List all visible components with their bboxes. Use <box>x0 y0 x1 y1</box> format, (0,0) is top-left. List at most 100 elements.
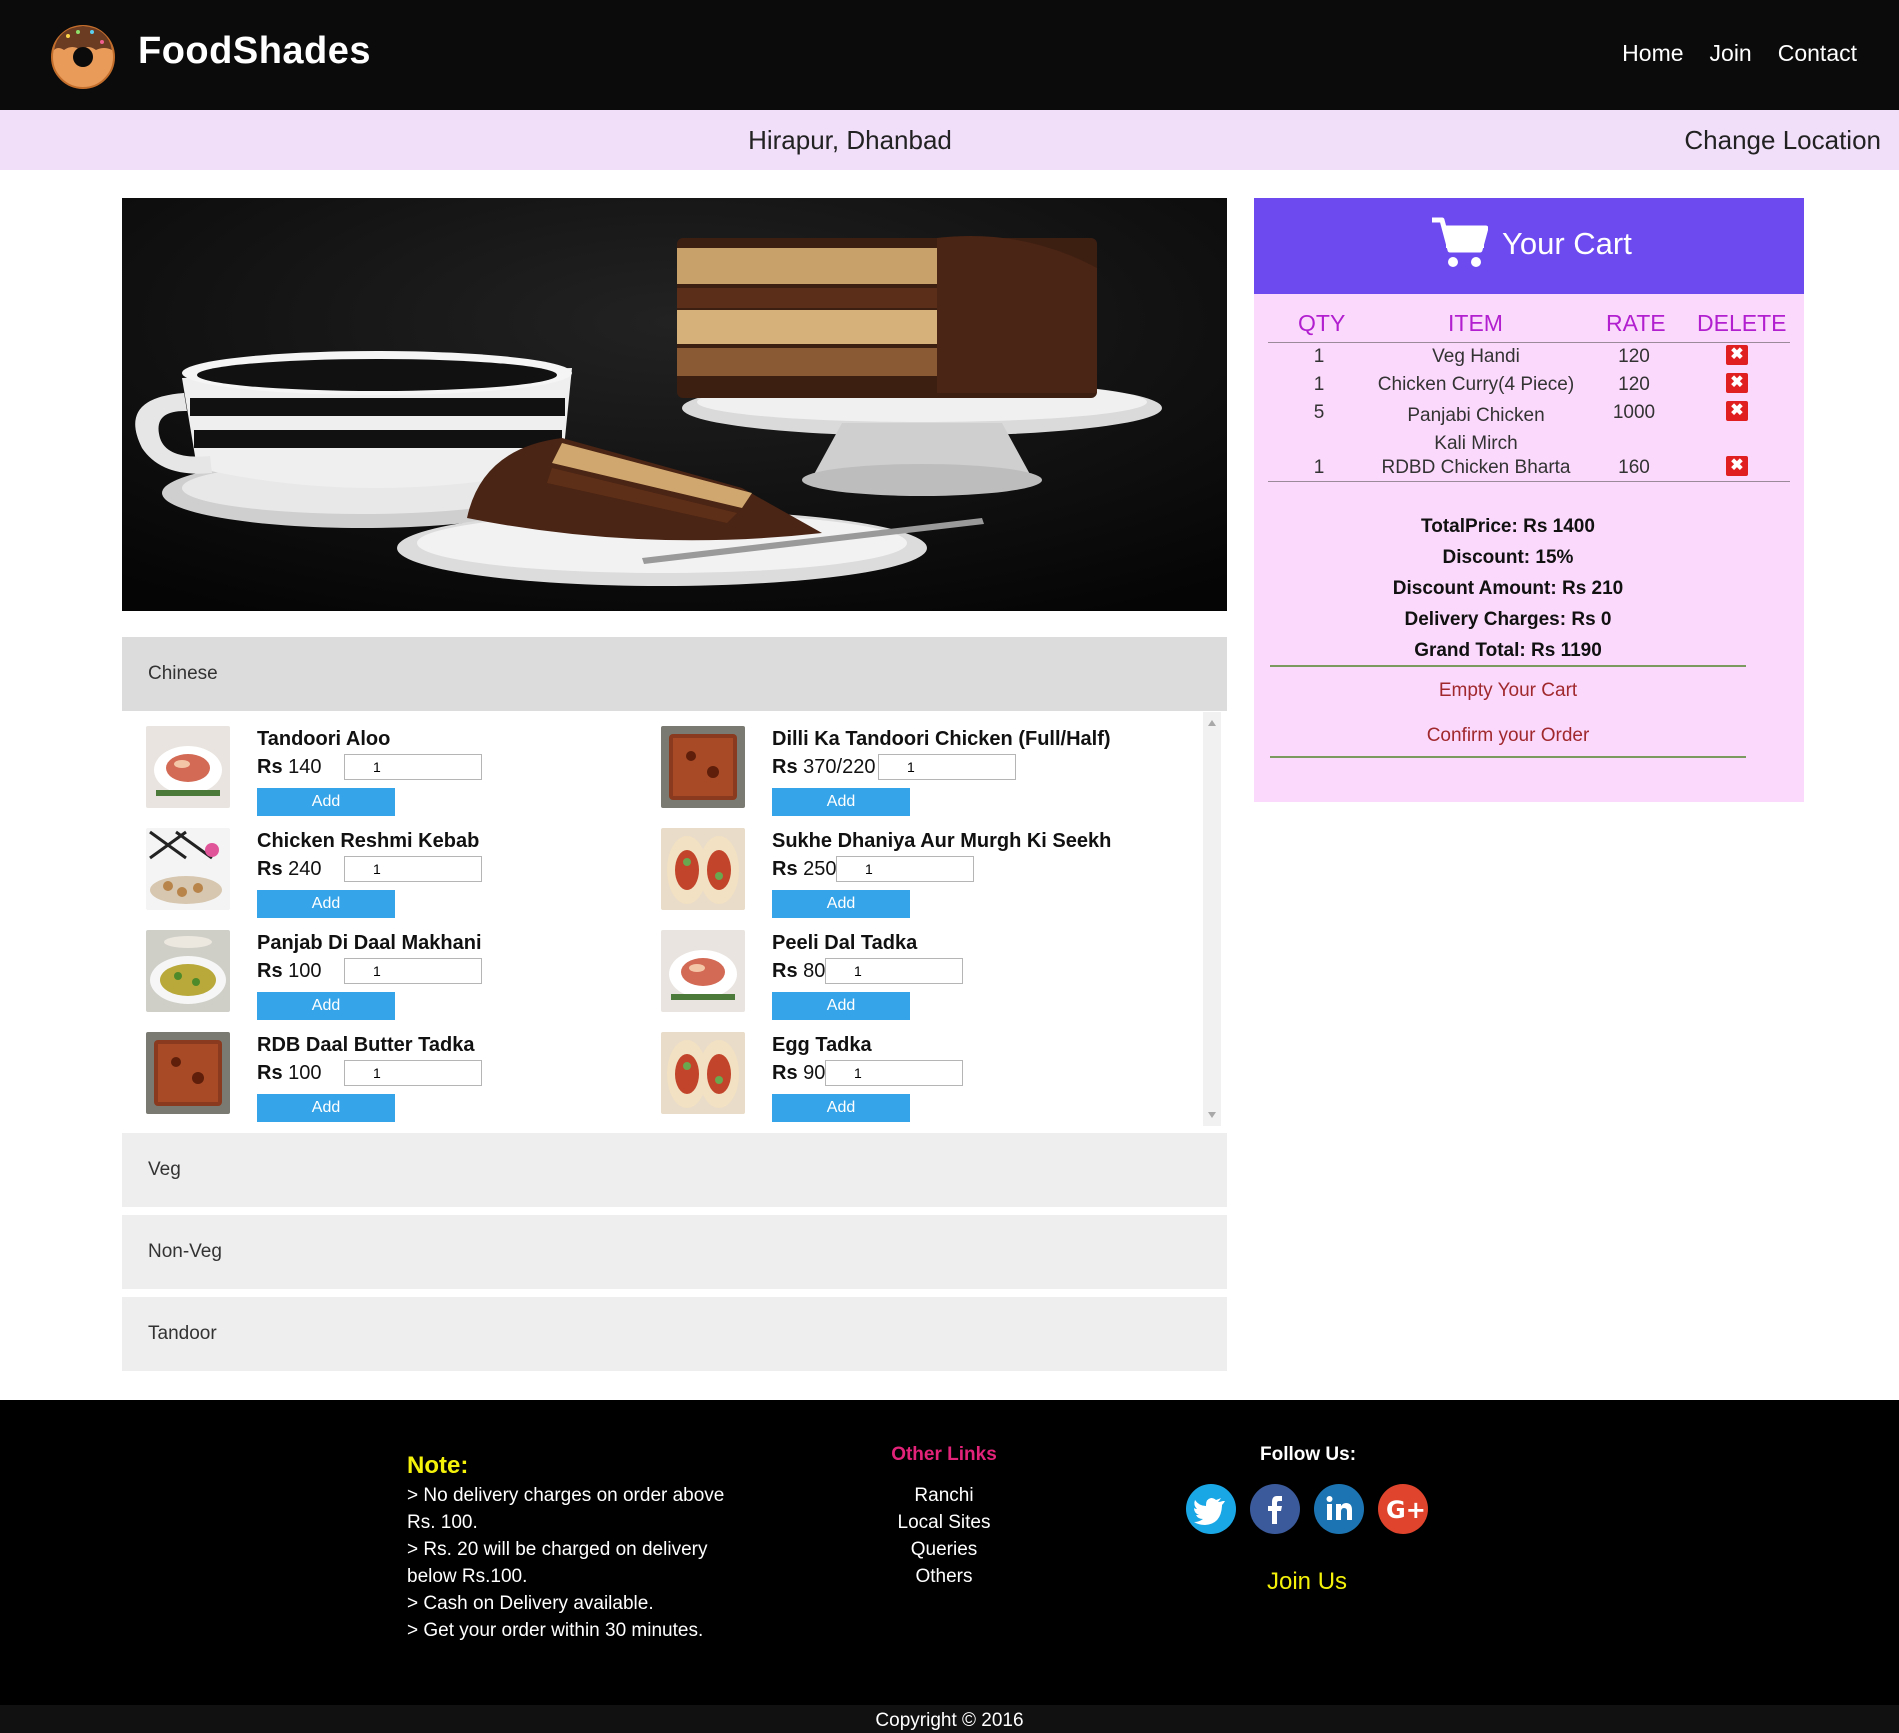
empty-cart-link[interactable]: Empty Your Cart <box>1254 680 1762 702</box>
quantity-input[interactable] <box>344 856 482 882</box>
nav-home-link[interactable]: Home <box>1622 40 1683 67</box>
footer-link-others[interactable]: Others <box>0 1563 1888 1590</box>
item-price: Rs 240 <box>257 858 322 880</box>
linkedin-icon[interactable] <box>1314 1484 1364 1534</box>
item-price: Rs 100 <box>257 960 322 982</box>
delete-item-icon[interactable]: ✖ <box>1726 456 1748 476</box>
join-us-link[interactable]: Join Us <box>1267 1568 1347 1596</box>
quantity-input[interactable] <box>344 754 482 780</box>
cart-qty: 5 <box>1313 402 1325 423</box>
item-price: Rs 250 <box>772 858 837 880</box>
cart-divider <box>1268 481 1790 482</box>
footer-link-queries[interactable]: Queries <box>0 1536 1888 1563</box>
food-thumbnail <box>146 828 230 910</box>
brand-name[interactable]: FoodShades <box>138 30 371 73</box>
summary-divider <box>1270 665 1746 667</box>
svg-text:G+: G+ <box>1386 1496 1426 1524</box>
facebook-icon[interactable] <box>1250 1484 1300 1534</box>
item-name: Peeli Dal Tadka <box>772 932 918 954</box>
col-rate: RATE <box>1606 310 1666 336</box>
item-name: Panjab Di Daal Makhani <box>257 932 482 954</box>
cart-title: Your Cart <box>1502 226 1632 261</box>
item-price: Rs 90 <box>772 1062 826 1084</box>
add-to-cart-button[interactable]: Add <box>257 992 395 1020</box>
quantity-input[interactable] <box>825 1060 963 1086</box>
quantity-input[interactable] <box>836 856 974 882</box>
item-name: Sukhe Dhaniya Aur Murgh Ki Seekh <box>772 830 1112 852</box>
quantity-input[interactable] <box>344 958 482 984</box>
quantity-input[interactable] <box>825 958 963 984</box>
footer-link-ranchi[interactable]: Ranchi <box>0 1482 1888 1509</box>
add-to-cart-button[interactable]: Add <box>257 1094 395 1122</box>
note-line: > Cash on Delivery available. <box>407 1593 654 1614</box>
add-to-cart-button[interactable]: Add <box>257 788 395 816</box>
follow-us-title: Follow Us: <box>1260 1444 1357 1465</box>
hero-banner-image <box>122 198 1227 611</box>
category-non-veg-header[interactable]: Non-Veg <box>122 1215 1227 1289</box>
menu-item-card: Chicken Reshmi Kebab Rs 240 Add <box>146 828 646 924</box>
item-price: Rs 100 <box>257 1062 322 1084</box>
item-name: Tandoori Aloo <box>257 728 391 750</box>
add-to-cart-button[interactable]: Add <box>257 890 395 918</box>
add-to-cart-button[interactable]: Add <box>772 1094 910 1122</box>
delete-item-icon[interactable]: ✖ <box>1726 373 1748 393</box>
cart-header: Your Cart <box>1254 198 1804 294</box>
delete-item-icon[interactable]: ✖ <box>1726 345 1748 365</box>
grand-total: Grand Total: Rs 1190 <box>1414 640 1602 661</box>
menu-item-card: Egg Tadka Rs 90 Add <box>661 1032 1161 1126</box>
confirm-order-link[interactable]: Confirm your Order <box>1254 725 1762 747</box>
twitter-icon[interactable] <box>1186 1484 1236 1534</box>
menu-item-card: Tandoori Aloo Rs 140 Add <box>146 726 646 822</box>
item-price: Rs 80 <box>772 960 826 982</box>
cart-item: RDBD Chicken Bharta <box>1381 457 1571 478</box>
add-to-cart-button[interactable]: Add <box>772 788 910 816</box>
other-links-title: Other Links <box>891 1444 997 1465</box>
cart-item: Veg Handi <box>1432 346 1520 367</box>
cart-column-headers: QTY ITEM RATE DELETE <box>1254 310 1804 340</box>
scroll-down-arrow-icon[interactable] <box>1208 1112 1216 1118</box>
cart-item: Panjabi Chicken Kali Mirch <box>1407 405 1545 454</box>
food-thumbnail <box>146 726 230 808</box>
summary-divider <box>1270 756 1746 758</box>
add-to-cart-button[interactable]: Add <box>772 992 910 1020</box>
total-price: TotalPrice: Rs 1400 <box>1421 516 1595 537</box>
current-location: Hirapur, Dhanbad <box>748 125 952 155</box>
category-tandoor-header[interactable]: Tandoor <box>122 1297 1227 1371</box>
add-to-cart-button[interactable]: Add <box>772 890 910 918</box>
food-thumbnail <box>661 828 745 910</box>
item-name: Egg Tadka <box>772 1034 872 1056</box>
nav-contact-link[interactable]: Contact <box>1778 40 1857 67</box>
cart-divider <box>1268 342 1790 343</box>
google-plus-icon[interactable]: G+ <box>1378 1484 1428 1534</box>
quantity-input[interactable] <box>878 754 1016 780</box>
food-thumbnail <box>661 726 745 808</box>
menu-item-card: Sukhe Dhaniya Aur Murgh Ki Seekh Rs 250 … <box>661 828 1161 924</box>
item-name: RDB Daal Butter Tadka <box>257 1034 475 1056</box>
top-navbar: FoodShades Home Join Contact <box>0 0 1899 110</box>
cart-rate: 120 <box>1618 374 1650 395</box>
scroll-up-arrow-icon[interactable] <box>1208 720 1216 726</box>
category-veg-header[interactable]: Veg <box>122 1133 1227 1207</box>
shopping-cart-icon <box>1432 217 1488 267</box>
cart-rate: 160 <box>1618 457 1650 478</box>
category-chinese-header[interactable]: Chinese <box>122 637 1227 711</box>
menu-item-card: Dilli Ka Tandoori Chicken (Full/Half) Rs… <box>661 726 1161 822</box>
item-name: Chicken Reshmi Kebab <box>257 830 480 852</box>
delete-item-icon[interactable]: ✖ <box>1726 401 1748 421</box>
menu-scrollbar[interactable] <box>1203 712 1221 1126</box>
donut-logo-icon[interactable] <box>48 20 118 90</box>
col-qty: QTY <box>1298 310 1346 336</box>
change-location-link[interactable]: Change Location <box>1684 125 1881 156</box>
cart-rate: 1000 <box>1612 402 1656 423</box>
footer-link-local-sites[interactable]: Local Sites <box>0 1509 1888 1536</box>
discount-amount: Discount Amount: Rs 210 <box>1392 578 1624 599</box>
other-links-list: Ranchi Local Sites Queries Others <box>0 1482 1888 1590</box>
item-price: Rs 140 <box>257 756 322 778</box>
col-delete: DELETE <box>1697 310 1787 336</box>
location-bar: Hirapur, Dhanbad Change Location <box>0 110 1899 170</box>
site-footer: Note: > No delivery charges on order abo… <box>0 1400 1899 1733</box>
menu-item-card: Peeli Dal Tadka Rs 80 Add <box>661 930 1161 1026</box>
main-nav: Home Join Contact <box>1622 40 1857 67</box>
nav-join-link[interactable]: Join <box>1710 40 1752 67</box>
quantity-input[interactable] <box>344 1060 482 1086</box>
